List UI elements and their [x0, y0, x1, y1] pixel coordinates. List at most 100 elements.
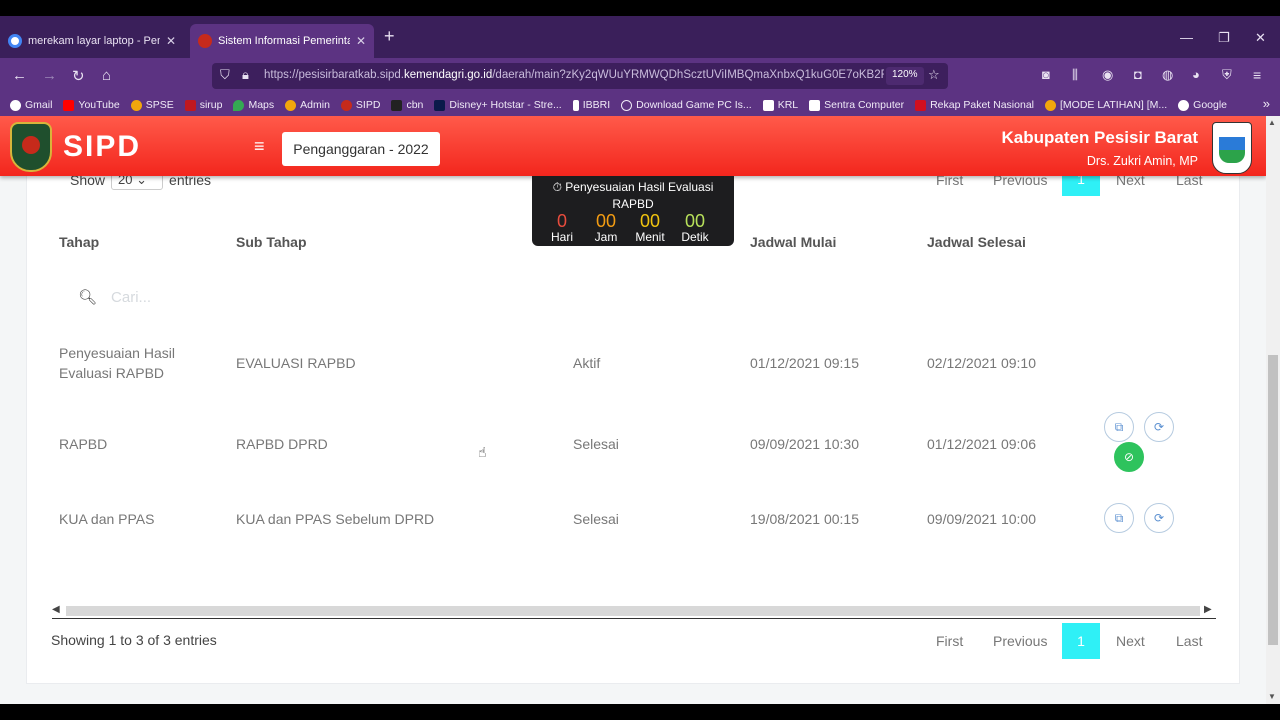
extension-icon[interactable]: ◘ — [1134, 67, 1142, 82]
bookmark-item[interactable]: Rekap Paket Nasional — [915, 99, 1034, 111]
bookmark-item[interactable]: Download Game PC Is... — [621, 99, 752, 111]
app-brand[interactable]: SIPD — [63, 130, 141, 164]
column-header-sub-tahap[interactable]: Sub Tahap — [236, 234, 307, 250]
back-icon[interactable]: ← — [12, 67, 27, 84]
scroll-down-icon[interactable]: ▼ — [1268, 692, 1276, 701]
sipd-favicon-icon — [198, 34, 212, 48]
scroll-up-icon[interactable]: ▲ — [1268, 118, 1276, 127]
bookmark-star-icon[interactable]: ☆ — [928, 67, 940, 83]
reset-button[interactable]: ⟳ — [1144, 503, 1174, 533]
bookmark-item[interactable]: KRL — [762, 99, 798, 111]
close-window-icon[interactable]: ✕ — [1255, 30, 1266, 46]
organization-name: Kabupaten Pesisir Barat — [1001, 128, 1198, 147]
close-tab-icon[interactable]: ✕ — [166, 34, 176, 48]
first-page-link[interactable]: First — [936, 633, 963, 649]
bookmark-item[interactable]: Disney+ Hotstar - Stre... — [434, 99, 562, 111]
reload-icon[interactable]: ↻ — [72, 67, 85, 85]
countdown-timer: ⏱ Penyesuaian Hasil Evaluasi RAPBD 0 Har… — [532, 176, 734, 246]
bookmark-item[interactable]: SIPD — [340, 99, 380, 111]
address-bar[interactable]: ⛉ 🔒︎ https://pesisirbaratkab.sipd.kemend… — [212, 63, 948, 89]
latihan-icon — [1045, 99, 1056, 111]
menu-icon[interactable]: ≡ — [1253, 67, 1261, 83]
library-icon[interactable]: ⫼ — [1072, 67, 1078, 83]
browser-tab-sipd[interactable]: Sistem Informasi Pemerintahan Daerah ✕ — [190, 24, 374, 58]
column-header-jadwal-selesai[interactable]: Jadwal Selesai — [927, 234, 1026, 250]
admin-icon — [285, 99, 297, 111]
scroll-right-icon[interactable]: ▶ — [1204, 604, 1212, 615]
forward-icon[interactable]: → — [42, 67, 57, 84]
extension-icon[interactable]: ◕ — [1192, 67, 1200, 82]
cell-status: Aktif — [573, 355, 601, 371]
attach-button[interactable]: ⊘ — [1114, 442, 1144, 472]
reset-button[interactable]: ⟳ — [1144, 412, 1174, 442]
timer-seconds: 00 Detik — [681, 211, 709, 244]
sentra-icon — [809, 99, 821, 111]
cbn-icon — [391, 99, 403, 111]
browser-toolbar: ← → ↻ ⌂ ⛉ 🔒︎ https://pesisirbaratkab.sip… — [0, 58, 1280, 94]
copy-button[interactable]: ⧉ — [1104, 503, 1134, 533]
account-icon[interactable]: ◉ — [1102, 67, 1113, 83]
table-bottom-divider — [52, 618, 1216, 619]
vpn-globe-icon[interactable]: ◍ — [1162, 67, 1173, 83]
minimize-icon[interactable]: — — [1180, 30, 1193, 45]
cell-jadwal-mulai: 01/12/2021 09:15 — [750, 355, 859, 371]
column-header-jadwal-mulai[interactable]: Jadwal Mulai — [750, 234, 836, 250]
scroll-thumb[interactable] — [66, 606, 1200, 616]
sirup-icon — [184, 99, 196, 111]
bookmark-item[interactable]: Maps — [233, 99, 274, 111]
bookmark-item[interactable]: Admin — [285, 99, 330, 111]
scroll-left-icon[interactable]: ◀ — [52, 604, 60, 615]
bookmark-item[interactable]: cbn — [391, 99, 423, 111]
maps-icon — [233, 99, 245, 111]
search-field[interactable]: 🔍︎ Cari... — [78, 288, 151, 307]
stopwatch-icon: ⏱ — [552, 180, 566, 194]
pocket-icon[interactable]: ◙ — [1042, 67, 1050, 82]
leader-name: Drs. Zukri Amin, MP — [1086, 154, 1198, 168]
bookmark-item[interactable]: SPSE — [130, 99, 174, 111]
bookmark-item[interactable]: [MODE LATIHAN] [M... — [1045, 99, 1167, 111]
horizontal-scrollbar[interactable]: ◀ ▶ — [52, 604, 1216, 619]
bookmark-item[interactable]: sirup — [184, 99, 222, 111]
bookmark-item[interactable]: Google — [1178, 99, 1227, 111]
tracking-shield-icon[interactable]: ⛉ — [220, 67, 230, 83]
bookmark-item[interactable]: IBBRI — [572, 99, 610, 111]
more-bookmarks-icon[interactable]: » — [1263, 96, 1270, 111]
timer-title: ⏱ Penyesuaian Hasil Evaluasi RAPBD — [552, 180, 714, 211]
search-input[interactable]: Cari... — [111, 289, 151, 306]
page-scroll-thumb[interactable] — [1268, 355, 1278, 645]
screen: merekam layar laptop - Penelusuran ✕ Sis… — [0, 0, 1280, 720]
lock-icon[interactable]: 🔒︎ — [242, 67, 249, 83]
close-tab-icon[interactable]: ✕ — [356, 34, 366, 48]
copy-button[interactable]: ⧉ — [1104, 412, 1134, 442]
column-header-tahap[interactable]: Tahap — [59, 234, 99, 250]
browser-tab-search[interactable]: merekam layar laptop - Penelusuran ✕ — [0, 24, 184, 58]
home-icon[interactable]: ⌂ — [102, 67, 111, 84]
current-page-button[interactable]: 1 — [1062, 623, 1100, 659]
timer-hours: 00 Jam — [594, 211, 618, 244]
extension-shield-icon[interactable]: ⛨ — [1222, 67, 1232, 83]
hamburger-menu-icon[interactable]: ≡ — [254, 136, 265, 157]
google-icon — [8, 34, 22, 48]
browser-tab-bar: merekam layar laptop - Penelusuran ✕ Sis… — [0, 16, 1280, 58]
cell-status: Selesai — [573, 511, 619, 527]
globe-icon — [621, 99, 633, 111]
last-page-link[interactable]: Last — [1176, 633, 1202, 649]
cell-sub-tahap: KUA dan PPAS Sebelum DPRD — [236, 511, 435, 527]
tab-title: Sistem Informasi Pemerintahan Daerah — [218, 35, 350, 47]
bookmark-item[interactable]: Sentra Computer — [809, 99, 904, 111]
budget-year-button[interactable]: Penganggaran - 2022 — [282, 132, 440, 166]
cell-sub-tahap: RAPBD DPRD — [236, 436, 328, 452]
bookmark-item[interactable]: YouTube — [63, 99, 120, 111]
zoom-level[interactable]: 120% — [886, 67, 924, 85]
bookmark-item[interactable]: Gmail — [10, 99, 52, 111]
cell-tahap: KUA dan PPAS — [59, 511, 155, 527]
next-page-link[interactable]: Next — [1116, 633, 1145, 649]
search-icon: 🔍︎ — [78, 289, 98, 306]
youtube-icon — [63, 99, 75, 111]
restore-icon[interactable]: ❐ — [1218, 30, 1230, 46]
cell-sub-tahap: EVALUASI RAPBD — [236, 355, 356, 371]
previous-page-link[interactable]: Previous — [993, 633, 1047, 649]
ibbri-icon — [572, 99, 579, 111]
new-tab-icon[interactable]: + — [384, 26, 395, 47]
app-header: SIPD ≡ Penganggaran - 2022 Kabupaten Pes… — [0, 116, 1266, 176]
